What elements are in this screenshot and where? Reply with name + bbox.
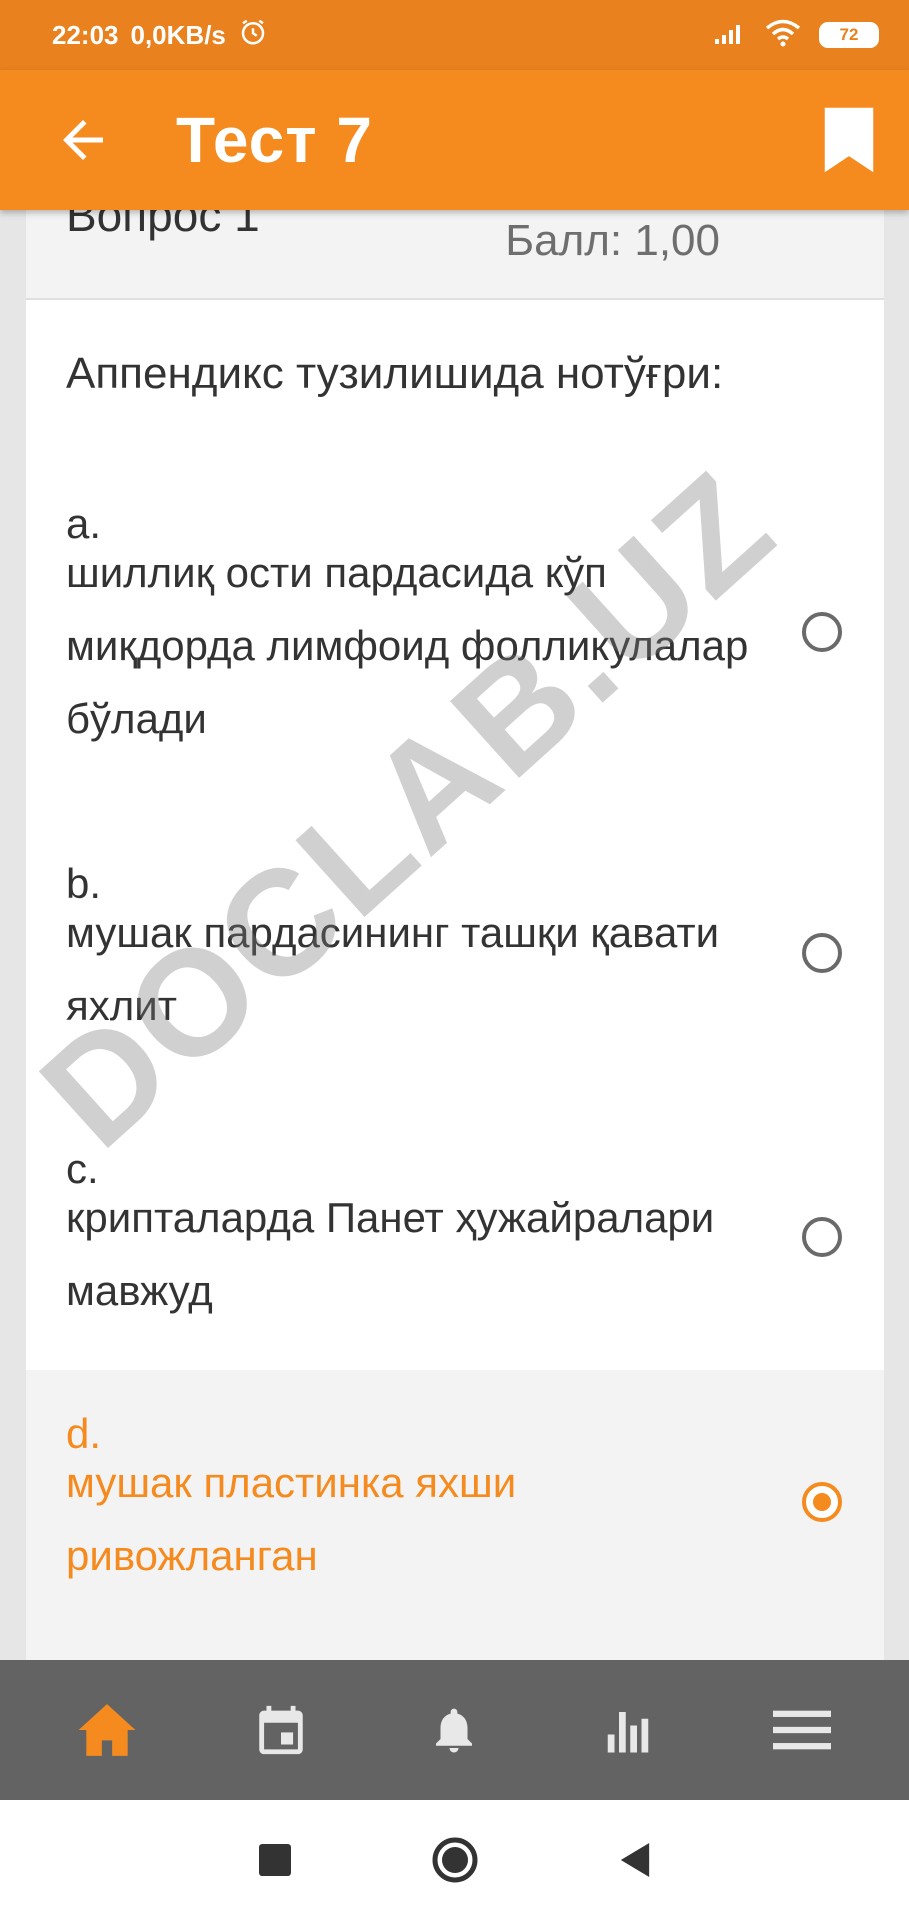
triangle-back-icon: [620, 1843, 649, 1877]
radio-button-selected[interactable]: [802, 1482, 842, 1522]
nav-home[interactable]: [57, 1680, 157, 1780]
bar-chart-icon: [608, 1712, 649, 1753]
question-score: Балл: 1,00: [505, 216, 720, 265]
question-card: Вопрос 1 Балл: 1,00 Аппендикс тузилишида…: [26, 210, 884, 1660]
bottom-navigation: [0, 1660, 909, 1800]
answer-option-b[interactable]: b. мушак пардасининг ташқи қавати яхлит: [26, 840, 884, 1090]
question-header: Вопрос 1 Балл: 1,00: [26, 210, 884, 300]
system-back-button[interactable]: [605, 1830, 665, 1890]
status-bar: 22:03 0,0KB/s 72: [0, 0, 909, 70]
answer-text: крипталарда Панет ҳужайралари мавжуд: [66, 1194, 715, 1314]
nav-calendar[interactable]: [231, 1680, 331, 1780]
bookmark-button[interactable]: [819, 100, 879, 180]
status-network-speed: 0,0KB/s: [130, 19, 226, 50]
answer-text: шиллиқ ости пардасида кўп миқдорда лимфо…: [66, 549, 749, 742]
bell-icon: [436, 1708, 473, 1753]
question-text: Аппендикс тузилишида нотўғри:: [66, 349, 724, 398]
answer-text: мушак пардасининг ташқи қавати яхлит: [66, 909, 720, 1029]
answer-option-a[interactable]: a. шиллиқ ости пардасида кўп миқдорда ли…: [26, 480, 884, 810]
signal-icon: [713, 21, 747, 50]
alarm-icon: [238, 17, 268, 54]
circle-icon: [432, 1837, 477, 1883]
arrow-left-icon: [63, 120, 103, 160]
answer-option-d[interactable]: d. мушак пластинка яхши ривожланган: [26, 1370, 884, 1660]
status-time: 22:03: [52, 19, 119, 50]
nav-notifications[interactable]: [404, 1680, 504, 1780]
recents-button[interactable]: [245, 1830, 305, 1890]
radio-button[interactable]: [802, 933, 842, 973]
answer-text: мушак пластинка яхши ривожланган: [66, 1459, 517, 1579]
nav-grades[interactable]: [578, 1680, 678, 1780]
page-title: Тест 7: [176, 104, 373, 176]
home-icon: [78, 1704, 136, 1756]
status-right: 72: [713, 19, 879, 52]
system-navigation: [0, 1800, 909, 1920]
status-left: 22:03 0,0KB/s: [52, 17, 268, 54]
calendar-icon: [258, 1705, 303, 1755]
nav-menu[interactable]: [752, 1680, 852, 1780]
radio-button[interactable]: [802, 612, 842, 652]
menu-icon: [773, 1710, 832, 1750]
battery-icon: 72: [819, 22, 879, 48]
app-bar: Тест 7: [0, 70, 909, 210]
bookmark-icon: [824, 107, 874, 173]
back-button[interactable]: [50, 107, 116, 173]
home-button[interactable]: [425, 1830, 485, 1890]
radio-button[interactable]: [802, 1217, 842, 1257]
answer-option-c[interactable]: c. крипталарда Панет ҳужайралари мавжуд: [26, 1125, 884, 1375]
square-icon: [258, 1844, 291, 1876]
wifi-icon: [765, 19, 801, 52]
question-number: Вопрос 1: [66, 210, 260, 241]
